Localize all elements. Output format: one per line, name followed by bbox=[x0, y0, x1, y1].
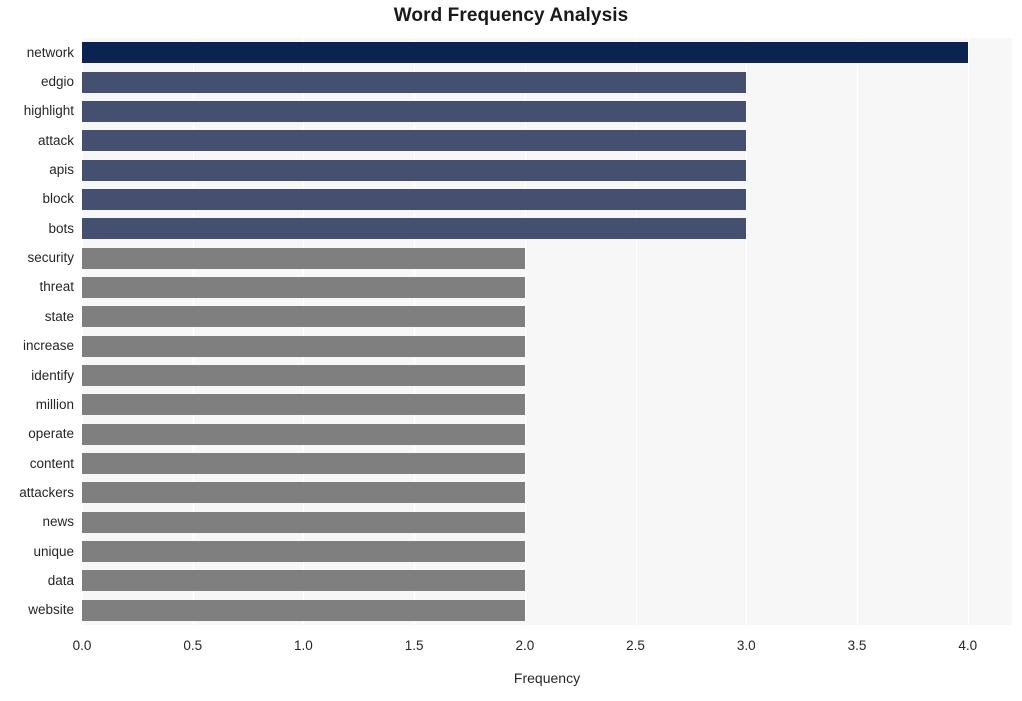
y-tick-label: news bbox=[42, 514, 74, 530]
y-tick-label: edgio bbox=[40, 74, 74, 90]
chart-title: Word Frequency Analysis bbox=[393, 5, 629, 26]
bar bbox=[82, 365, 525, 387]
bar bbox=[82, 394, 525, 416]
y-tick-label: increase bbox=[22, 338, 74, 354]
plot-area bbox=[82, 38, 1012, 625]
chart-figure: Word Frequency Analysis network edgio high… bbox=[0, 0, 1022, 701]
y-tick-label: highlight bbox=[23, 103, 74, 119]
bar bbox=[82, 100, 747, 122]
bar bbox=[82, 306, 525, 328]
gridline bbox=[192, 38, 194, 625]
y-tick-label: website bbox=[28, 602, 74, 618]
y-tick-label: state bbox=[44, 308, 74, 324]
x-tick-label: 0.5 bbox=[183, 638, 203, 653]
gridline bbox=[414, 38, 416, 625]
gridline bbox=[82, 38, 83, 625]
bar bbox=[82, 482, 525, 504]
x-tick-label: 0.0 bbox=[72, 638, 92, 653]
bar bbox=[82, 423, 525, 445]
bar bbox=[82, 453, 525, 475]
y-tick-label: operate bbox=[28, 426, 74, 442]
y-tick-label: unique bbox=[33, 543, 74, 559]
bar bbox=[82, 130, 747, 152]
x-tick-label: 3.0 bbox=[736, 638, 756, 653]
x-axis: 0.0 0.5 1.0 1.5 2.0 2.5 3.0 3.5 4.0 Frequency bbox=[0, 625, 1022, 701]
x-tick-label: 1.5 bbox=[404, 638, 424, 653]
bar bbox=[82, 247, 525, 269]
x-tick-label: 3.5 bbox=[847, 638, 867, 653]
x-tick-label: 2.0 bbox=[515, 638, 535, 653]
bar bbox=[82, 71, 747, 93]
bar bbox=[82, 159, 747, 181]
bar bbox=[82, 276, 525, 298]
y-tick-label: threat bbox=[39, 279, 74, 295]
gridline bbox=[967, 38, 969, 625]
y-tick-label: block bbox=[42, 191, 74, 207]
y-tick-label: data bbox=[47, 572, 74, 588]
bar bbox=[82, 541, 525, 563]
bar bbox=[82, 218, 747, 240]
gridline bbox=[524, 38, 526, 625]
x-tick-label: 2.5 bbox=[626, 638, 645, 653]
y-tick-label: bots bbox=[48, 220, 74, 236]
y-tick-label: million bbox=[35, 396, 74, 412]
y-tick-label: security bbox=[27, 250, 74, 266]
x-tick-label: 1.0 bbox=[294, 638, 313, 653]
y-tick-label: attack bbox=[37, 132, 74, 148]
y-axis: network edgio highlight attack apis block bots… bbox=[0, 38, 74, 625]
bar bbox=[82, 599, 525, 621]
gridline bbox=[635, 38, 637, 625]
bar bbox=[82, 42, 968, 64]
x-tick-label: 4.0 bbox=[958, 638, 978, 653]
bar bbox=[82, 188, 747, 210]
y-tick-label: network bbox=[26, 44, 74, 60]
bar bbox=[82, 570, 525, 592]
bar bbox=[82, 335, 525, 357]
gridline bbox=[857, 38, 858, 625]
bar bbox=[82, 511, 525, 533]
gridline bbox=[746, 38, 748, 625]
y-tick-label: identify bbox=[31, 367, 74, 383]
y-tick-label: content bbox=[29, 455, 74, 471]
y-tick-label: attackers bbox=[19, 484, 74, 500]
gridline bbox=[303, 38, 305, 625]
y-tick-label: apis bbox=[49, 162, 74, 178]
x-axis-label: Frequency bbox=[513, 670, 581, 686]
